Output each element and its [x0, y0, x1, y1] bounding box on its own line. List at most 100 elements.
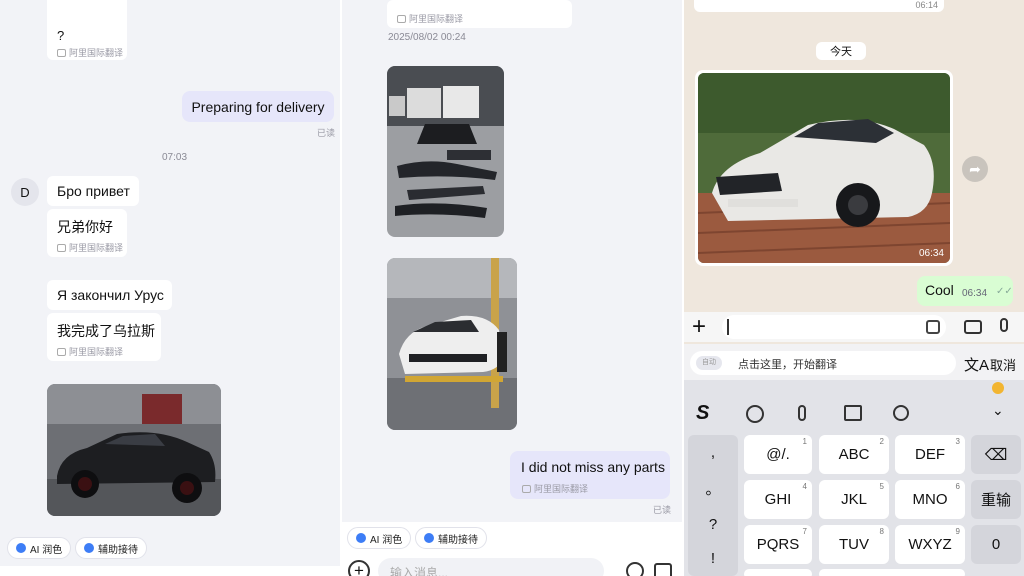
- message-text: I did not miss any parts: [521, 459, 665, 475]
- white-urus-lift-photo[interactable]: [387, 258, 517, 430]
- key-row-partial[interactable]: [744, 569, 812, 576]
- translation-tag: 阿里国际翻译: [57, 345, 123, 358]
- input-placeholder: 输入消息...: [390, 566, 449, 576]
- chat-panel-left: ? 阿里国际翻译 Preparing for delivery 已读 07:03…: [0, 0, 340, 576]
- message-text: Cool: [925, 282, 954, 298]
- urus-photo-image: [698, 73, 950, 263]
- key-1[interactable]: @/. 1: [744, 435, 812, 474]
- whatsapp-panel: 06:14 今天 06:34 ➦ Cool 06:34 ✓✓ + 自动 点击这里…: [684, 0, 1024, 576]
- image-icon[interactable]: [654, 563, 672, 576]
- ai-polish-button[interactable]: AI 润色: [347, 527, 412, 549]
- punct-period[interactable]: 。: [705, 478, 720, 499]
- urus-photo: 06:34: [698, 73, 950, 263]
- assist-reception-button[interactable]: 辅助接待: [75, 537, 147, 559]
- car-photo-black-urus[interactable]: [47, 384, 221, 516]
- message-text: 兄弟你好: [57, 219, 113, 235]
- emoji-icon[interactable]: [626, 562, 644, 576]
- image-message[interactable]: 06:34: [695, 70, 953, 266]
- search-icon[interactable]: [893, 405, 909, 421]
- ai-polish-button[interactable]: AI 润色: [7, 537, 72, 559]
- read-ticks-icon: ✓✓: [996, 286, 1013, 297]
- ai-icon: [356, 533, 366, 543]
- chat-panel-middle: 阿里国际翻译 2025/08/02 00:24 I did not miss a…: [342, 0, 682, 576]
- chip-label: AI 润色: [30, 544, 63, 556]
- incoming-bubble[interactable]: 06:14: [694, 0, 944, 12]
- chevron-down-icon[interactable]: ⌄: [992, 402, 1004, 419]
- message-text: 我完成了乌拉斯: [57, 323, 155, 339]
- translated-bubble[interactable]: 兄弟你好 阿里国际翻译: [47, 209, 127, 257]
- parts-photo-image: [387, 66, 504, 237]
- ai-icon: [16, 543, 26, 553]
- incoming-bubble[interactable]: 阿里国际翻译: [387, 0, 572, 28]
- reenter-key[interactable]: 重输: [971, 480, 1021, 519]
- translation-tag-label: 阿里国际翻译: [409, 14, 464, 24]
- keyboard-grid-icon[interactable]: [844, 405, 862, 421]
- punct-question[interactable]: ?: [709, 516, 717, 533]
- outgoing-bubble[interactable]: Preparing for delivery: [182, 91, 334, 122]
- punct-comma[interactable]: ,: [711, 444, 715, 461]
- message-text: Я закончил Урус: [57, 287, 164, 303]
- avatar[interactable]: D: [11, 178, 39, 206]
- chip-label: 辅助接待: [438, 534, 478, 546]
- key-3[interactable]: DEF 3: [895, 435, 965, 474]
- sticker-icon[interactable]: [926, 320, 940, 334]
- translation-tag: 阿里国际翻译: [397, 12, 463, 25]
- emoji-icon[interactable]: [746, 405, 764, 423]
- zero-key[interactable]: 0: [971, 525, 1021, 564]
- translate-icon: [397, 14, 406, 23]
- voice-icon[interactable]: [798, 405, 806, 421]
- photo-time: 06:34: [918, 248, 944, 259]
- outgoing-bubble[interactable]: Cool 06:34 ✓✓: [917, 276, 1013, 306]
- message-input[interactable]: 输入消息...: [378, 558, 604, 576]
- message-text: ?: [57, 28, 65, 43]
- date-pill-label: 今天: [830, 46, 852, 58]
- microphone-icon[interactable]: [1000, 318, 1008, 332]
- assist-icon: [84, 543, 94, 553]
- key-8[interactable]: TUV 8: [819, 525, 889, 564]
- date-stamp: 2025/08/02 00:24: [388, 32, 466, 43]
- parts-photo[interactable]: [387, 66, 504, 237]
- keyboard-logo-icon[interactable]: S: [696, 402, 709, 425]
- translate-icon[interactable]: 文A: [964, 354, 989, 375]
- cancel-button[interactable]: 取消: [990, 355, 1016, 374]
- punct-exclaim[interactable]: !: [711, 550, 715, 567]
- avatar-letter: D: [20, 184, 30, 200]
- message-input[interactable]: [722, 315, 946, 339]
- translate-icon: [57, 347, 66, 356]
- add-icon[interactable]: +: [348, 560, 370, 576]
- message-time: 06:34: [962, 288, 988, 299]
- backspace-icon[interactable]: ⌫: [971, 435, 1021, 474]
- camera-icon[interactable]: [964, 320, 982, 334]
- input-bar-edge: [0, 566, 340, 576]
- chip-label: 辅助接待: [98, 544, 138, 556]
- translate-mode[interactable]: 自动: [696, 356, 722, 370]
- incoming-bubble[interactable]: Бро привет: [47, 176, 139, 206]
- text-cursor: [727, 319, 729, 335]
- key-9[interactable]: WXYZ 9: [895, 525, 965, 564]
- translate-input[interactable]: 自动 点击这里，开始翻译: [690, 351, 956, 375]
- chip-label: AI 润色: [370, 534, 403, 546]
- translated-bubble[interactable]: 我完成了乌拉斯 阿里国际翻译: [47, 313, 161, 361]
- assist-reception-button[interactable]: 辅助接待: [415, 527, 487, 549]
- incoming-bubble[interactable]: Я закончил Урус: [47, 280, 172, 310]
- forward-icon[interactable]: ➦: [962, 156, 988, 182]
- outgoing-bubble[interactable]: I did not miss any parts 阿里国际翻译: [510, 451, 670, 499]
- translation-tag-label: 阿里国际翻译: [534, 484, 589, 494]
- key-5[interactable]: JKL 5: [819, 480, 889, 519]
- translation-tag: 阿里国际翻译: [57, 241, 123, 254]
- incoming-bubble[interactable]: ? 阿里国际翻译: [47, 0, 127, 60]
- translate-icon: [522, 484, 531, 493]
- key-2[interactable]: ABC 2: [819, 435, 889, 474]
- add-icon[interactable]: +: [692, 314, 706, 340]
- punctuation-column[interactable]: , 。 ? !: [688, 435, 738, 576]
- read-status: 已读: [653, 505, 672, 515]
- message-text: Preparing for delivery: [191, 98, 325, 115]
- translation-tag: 阿里国际翻译: [522, 482, 588, 495]
- key-6[interactable]: MNO 6: [895, 480, 965, 519]
- space-key[interactable]: [819, 569, 965, 576]
- key-7[interactable]: PQRS 7: [744, 525, 812, 564]
- message-text: Бро привет: [57, 183, 130, 199]
- white-urus-lift-image: [387, 258, 517, 430]
- key-4[interactable]: GHI 4: [744, 480, 812, 519]
- message-time: 06:14: [915, 0, 938, 10]
